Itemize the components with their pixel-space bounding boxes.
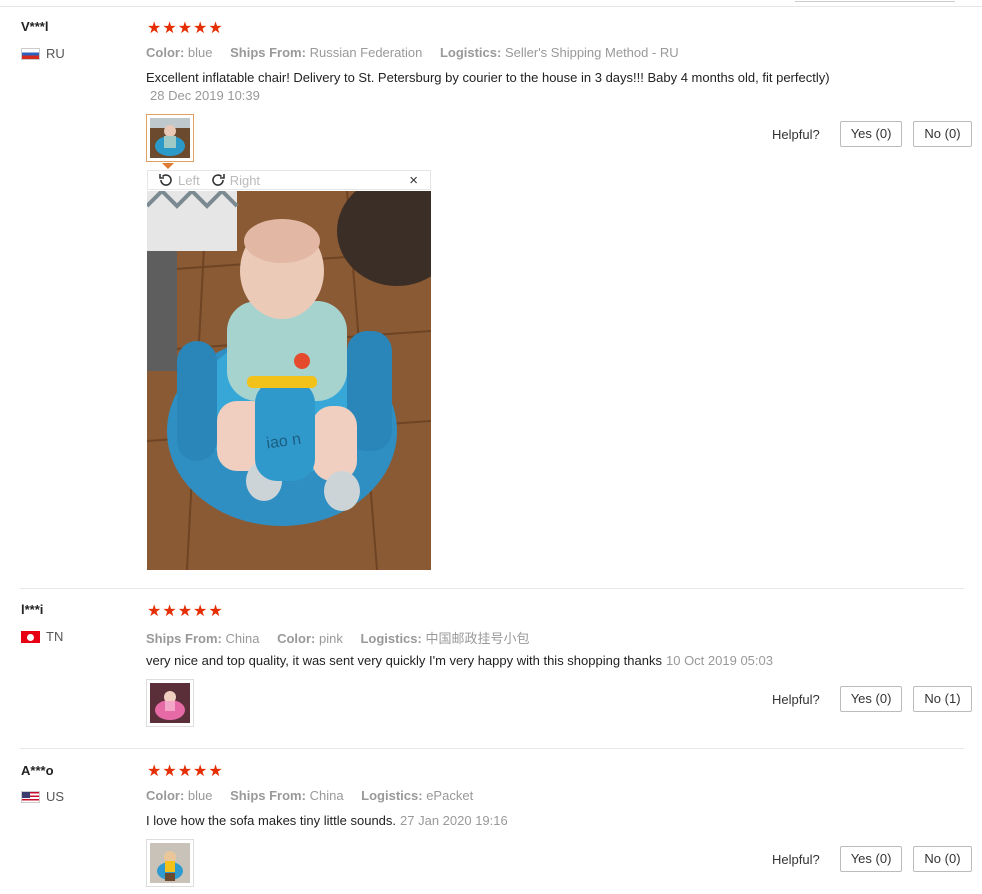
- meta-value-logistics: ePacket: [426, 788, 474, 803]
- reviewer-country: US: [21, 789, 64, 804]
- review-photo-thumbnail[interactable]: [146, 114, 194, 162]
- review-photo-large: iao n: [147, 191, 431, 570]
- rotate-left-label: Left: [178, 172, 200, 188]
- review-divider: [20, 588, 964, 589]
- meta-label-ships-from: Ships From:: [230, 45, 306, 60]
- helpful-group: Helpful? Yes (0) No (0): [772, 846, 972, 872]
- blue-chair-photo-thumb-icon: [150, 843, 190, 883]
- country-code: RU: [46, 46, 65, 61]
- meta-label-color: Color:: [146, 45, 185, 60]
- flag-us-icon: [21, 790, 40, 803]
- star-rating: ★★★★★: [147, 763, 224, 780]
- pink-chair-photo-thumb-icon: [150, 683, 190, 723]
- photo-viewer: Left Right × iao n: [147, 170, 431, 570]
- helpful-yes-button[interactable]: Yes (0): [839, 121, 903, 147]
- rotate-right-button[interactable]: Right: [210, 172, 260, 188]
- photo-viewer-toolbar: Left Right ×: [147, 170, 431, 190]
- meta-label-logistics: Logistics:: [360, 631, 422, 646]
- viewer-pointer: [162, 163, 174, 169]
- review-text: Excellent inflatable chair! Delivery to …: [146, 70, 830, 85]
- meta-value-ships-from: China: [225, 631, 260, 646]
- review-meta: Color: blue Ships From: China Logistics:…: [146, 788, 487, 803]
- baby-in-inflatable-chair-image: iao n: [147, 191, 431, 570]
- reviewer-name: A***o: [21, 763, 54, 778]
- helpful-yes-button[interactable]: Yes (0): [839, 846, 903, 872]
- review-meta: Color: blue Ships From: Russian Federati…: [146, 45, 693, 60]
- review-text: very nice and top quality, it was sent v…: [146, 653, 662, 668]
- meta-label-ships-from: Ships From:: [146, 631, 222, 646]
- meta-label-color: Color:: [277, 631, 316, 646]
- baby-photo-thumb-icon: [150, 118, 190, 158]
- meta-label-color: Color:: [146, 788, 185, 803]
- meta-value-color: blue: [187, 45, 213, 60]
- helpful-group: Helpful? Yes (0) No (1): [772, 686, 972, 712]
- country-code: US: [46, 789, 65, 804]
- rotate-right-label: Right: [229, 172, 261, 188]
- reviewer-name: V***l: [21, 19, 49, 34]
- helpful-label: Helpful?: [772, 126, 820, 142]
- helpful-yes-button[interactable]: Yes (0): [839, 686, 903, 712]
- meta-value-ships-from: China: [309, 788, 344, 803]
- review-text-line: I love how the sofa makes tiny little so…: [146, 813, 508, 828]
- meta-label-ships-from: Ships From:: [230, 788, 306, 803]
- reviewer-name: l***i: [21, 602, 44, 617]
- helpful-no-button[interactable]: No (1): [913, 686, 972, 712]
- meta-label-logistics: Logistics:: [361, 788, 423, 803]
- helpful-no-button[interactable]: No (0): [913, 121, 972, 147]
- meta-value-ships-from: Russian Federation: [309, 45, 423, 60]
- rotate-left-icon: [159, 174, 172, 186]
- helpful-group: Helpful? Yes (0) No (0): [772, 121, 972, 147]
- rotate-left-button[interactable]: Left: [158, 172, 200, 188]
- meta-value-color: blue: [187, 788, 213, 803]
- flag-ru-icon: [21, 47, 40, 60]
- review-photo-thumbnail[interactable]: [146, 679, 194, 727]
- meta-label-logistics: Logistics:: [439, 45, 502, 60]
- flag-tn-icon: [21, 630, 40, 643]
- helpful-label: Helpful?: [772, 691, 820, 707]
- star-rating: ★★★★★: [147, 20, 224, 37]
- close-viewer-button[interactable]: ×: [409, 172, 418, 189]
- country-code: TN: [46, 629, 64, 644]
- helpful-label: Helpful?: [772, 851, 820, 867]
- rotate-right-icon: [211, 174, 225, 186]
- review-text: I love how the sofa makes tiny little so…: [146, 813, 397, 828]
- review-divider: [20, 748, 964, 749]
- meta-value-logistics: Seller's Shipping Method - RU: [504, 45, 679, 60]
- star-rating: ★★★★★: [147, 603, 224, 620]
- meta-value-color: pink: [318, 631, 343, 646]
- top-control-edge: [795, 0, 955, 2]
- review-date: 10 Oct 2019 05:03: [666, 653, 773, 668]
- review-meta: Ships From: China Color: pink Logistics:…: [146, 628, 544, 647]
- review-date: 27 Jan 2020 19:16: [400, 813, 508, 828]
- review-photo-thumbnail[interactable]: [146, 839, 194, 887]
- review-date: 28 Dec 2019 10:39: [150, 88, 260, 103]
- reviewer-country: RU: [21, 46, 65, 61]
- helpful-no-button[interactable]: No (0): [913, 846, 972, 872]
- review-text-line: very nice and top quality, it was sent v…: [146, 653, 773, 668]
- reviewer-country: TN: [21, 629, 63, 644]
- meta-value-logistics: 中国邮政挂号小包: [425, 631, 530, 646]
